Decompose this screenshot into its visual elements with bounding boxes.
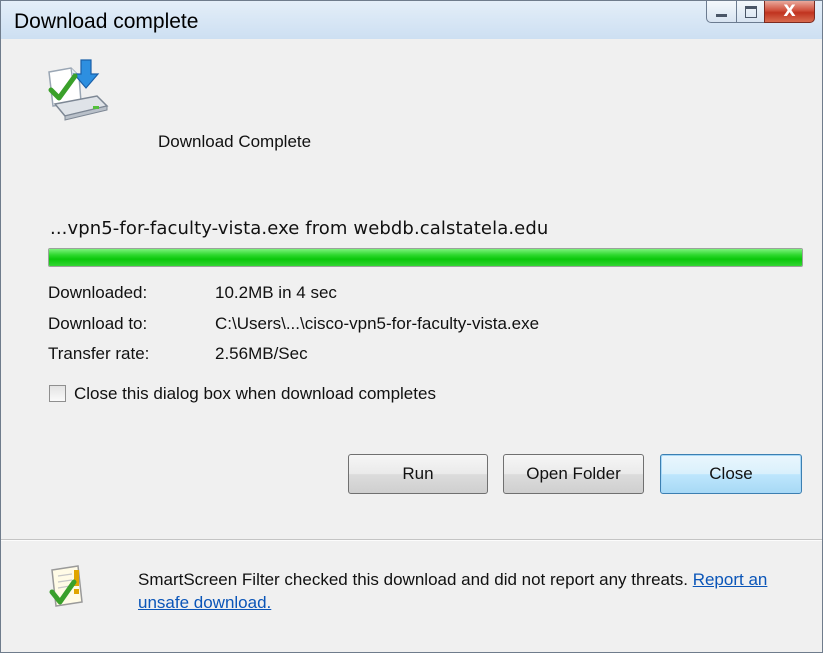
open-folder-button[interactable]: Open Folder bbox=[503, 454, 644, 494]
smartscreen-checked-icon bbox=[49, 565, 83, 607]
run-button[interactable]: Run bbox=[348, 454, 488, 494]
smartscreen-text: SmartScreen Filter checked this download… bbox=[138, 570, 688, 589]
close-button[interactable]: Close bbox=[660, 454, 802, 494]
minimize-button[interactable] bbox=[706, 1, 736, 23]
title-bar[interactable]: Download complete X bbox=[1, 1, 822, 39]
footer-divider-highlight bbox=[1, 540, 822, 541]
downloaded-value: 10.2MB in 4 sec bbox=[215, 283, 337, 302]
close-icon: X bbox=[783, 1, 796, 20]
smartscreen-message: SmartScreen Filter checked this download… bbox=[138, 568, 788, 614]
download-source: ...vpn5-for-faculty-vista.exe from webdb… bbox=[50, 218, 549, 239]
window-title: Download complete bbox=[14, 10, 199, 33]
download-to-value: C:\Users\...\cisco-vpn5-for-faculty-vist… bbox=[215, 314, 540, 333]
download-complete-dialog: Download complete X Download Complete ..… bbox=[0, 0, 823, 653]
maximize-button[interactable] bbox=[736, 1, 764, 23]
maximize-icon bbox=[745, 6, 757, 18]
download-to-label: Download to: bbox=[48, 314, 148, 333]
downloaded-label: Downloaded: bbox=[48, 283, 148, 302]
download-complete-icon bbox=[48, 59, 109, 121]
progress-fill bbox=[49, 249, 802, 266]
window-close-button[interactable]: X bbox=[764, 1, 815, 23]
caption-buttons: X bbox=[706, 1, 815, 25]
minimize-icon bbox=[716, 14, 727, 17]
download-status-heading: Download Complete bbox=[158, 132, 312, 151]
close-on-complete-label[interactable]: Close this dialog box when download comp… bbox=[74, 384, 436, 404]
transfer-rate-label: Transfer rate: bbox=[48, 344, 150, 363]
transfer-rate-value: 2.56MB/Sec bbox=[215, 344, 308, 363]
download-progress-bar bbox=[48, 248, 803, 267]
close-on-complete-checkbox[interactable] bbox=[49, 385, 66, 402]
